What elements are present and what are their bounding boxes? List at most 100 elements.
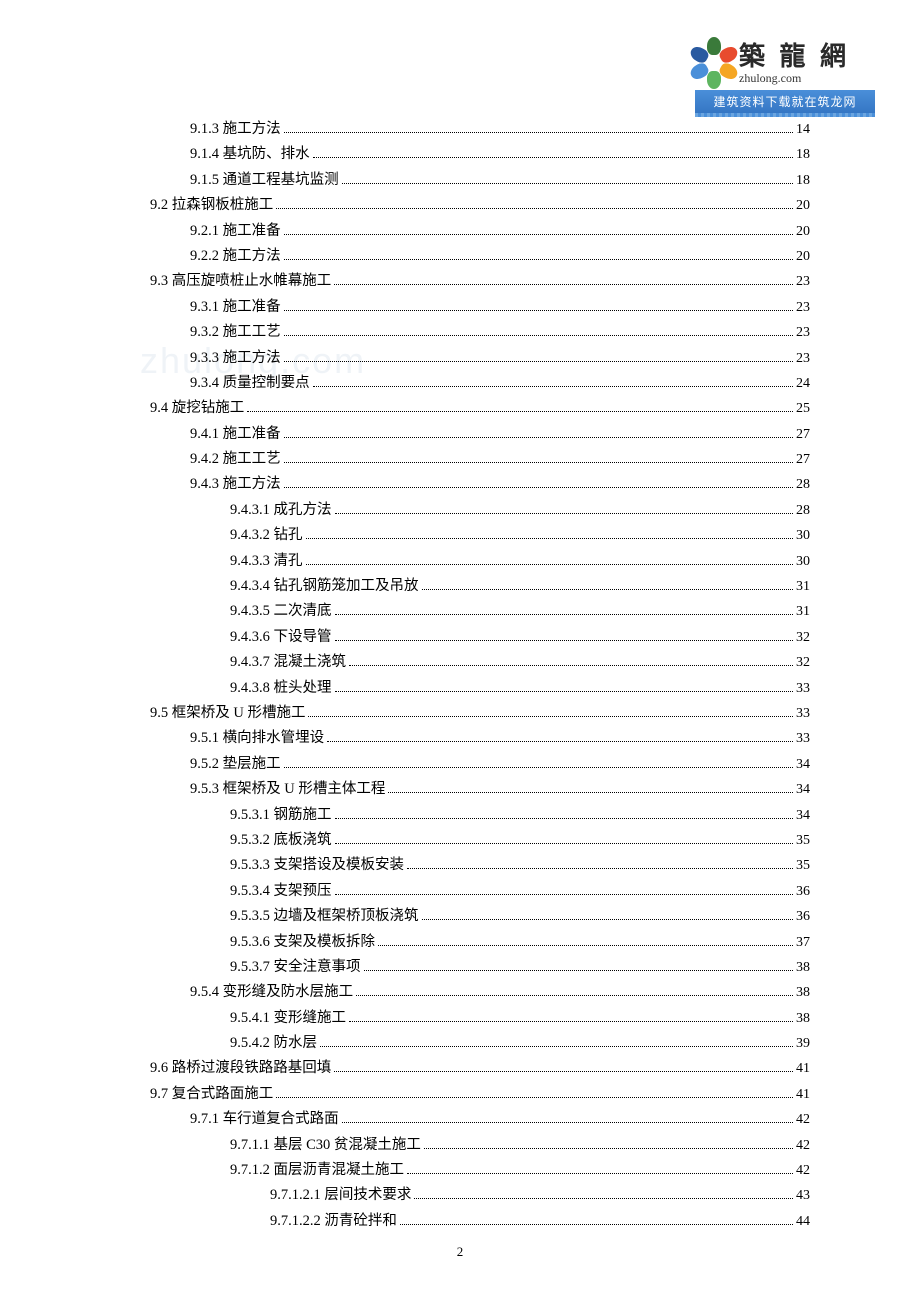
toc-entry: 9.4.1 施工准备 27: [120, 427, 810, 442]
toc-leader-dots: [320, 1046, 793, 1047]
banner-stripe: [695, 113, 875, 117]
toc-entry: 9.5 框架桥及 U 形槽施工 33: [120, 706, 810, 721]
toc-entry: 9.2.1 施工准备 20: [120, 224, 810, 239]
toc-page: 32: [796, 631, 810, 645]
toc-page: 34: [796, 758, 810, 772]
toc-entry: 9.4.3.5 二次清底 31: [120, 604, 810, 619]
toc-leader-dots: [247, 411, 793, 412]
toc-label: 9.1.4 基坑防、排水: [190, 147, 310, 162]
toc-entry: 9.1.5 通道工程基坑监测 18: [120, 173, 810, 188]
toc-entry: 9.7.1.2.2 沥青砼拌和 44: [120, 1214, 810, 1229]
toc-label: 9.5.2 垫层施工: [190, 757, 281, 772]
toc-label: 9.5.3 框架桥及 U 形槽主体工程: [190, 782, 385, 797]
toc-leader-dots: [284, 310, 793, 311]
toc-label: 9.7.1 车行道复合式路面: [190, 1112, 339, 1127]
toc-entry: 9.7 复合式路面施工 41: [120, 1087, 810, 1102]
toc-label: 9.7 复合式路面施工: [150, 1087, 273, 1102]
toc-page: 34: [796, 809, 810, 823]
toc-entry: 9.5.3.2 底板浇筑 35: [120, 833, 810, 848]
toc-page: 20: [796, 250, 810, 264]
toc-leader-dots: [284, 487, 793, 488]
toc-entry: 9.1.4 基坑防、排水 18: [120, 147, 810, 162]
toc-leader-dots: [284, 767, 793, 768]
toc-page: 30: [796, 555, 810, 569]
toc-leader-dots: [335, 614, 794, 615]
toc-leader-dots: [349, 665, 793, 666]
toc-label: 9.1.3 施工方法: [190, 122, 281, 137]
toc-label: 9.4.3.2 钻孔: [230, 528, 303, 543]
toc-leader-dots: [335, 818, 794, 819]
toc-leader-dots: [407, 1173, 793, 1174]
toc-leader-dots: [334, 284, 793, 285]
toc-leader-dots: [414, 1198, 793, 1199]
toc-label: 9.2.1 施工准备: [190, 224, 281, 239]
toc-entry: 9.5.3.7 安全注意事项 38: [120, 960, 810, 975]
toc-label: 9.5.3.1 钢筋施工: [230, 808, 332, 823]
toc-label: 9.7.1.1 基层 C30 贫混凝土施工: [230, 1138, 421, 1153]
toc-page: 42: [796, 1113, 810, 1127]
toc-label: 9.4.3 施工方法: [190, 477, 281, 492]
toc-entry: 9.4 旋挖钻施工 25: [120, 401, 810, 416]
toc-entry: 9.3 高压旋喷桩止水帷幕施工 23: [120, 274, 810, 289]
toc-entry: 9.7.1 车行道复合式路面 42: [120, 1112, 810, 1127]
toc-leader-dots: [422, 919, 794, 920]
toc-entry: 9.5.4.1 变形缝施工 38: [120, 1011, 810, 1026]
toc-page: 44: [796, 1215, 810, 1229]
toc-page: 33: [796, 707, 810, 721]
toc-leader-dots: [284, 462, 793, 463]
toc-label: 9.4.3.3 清孔: [230, 554, 303, 569]
toc-page: 18: [796, 148, 810, 162]
toc-page: 35: [796, 834, 810, 848]
toc-entry: 9.3.1 施工准备 23: [120, 300, 810, 315]
toc-page: 23: [796, 301, 810, 315]
toc-leader-dots: [284, 437, 793, 438]
toc-page: 20: [796, 225, 810, 239]
toc-label: 9.5.1 横向排水管埋设: [190, 731, 324, 746]
toc-leader-dots: [335, 843, 794, 844]
toc-label: 9.5.4 变形缝及防水层施工: [190, 985, 353, 1000]
toc-entry: 9.4.3.6 下设导管 32: [120, 630, 810, 645]
toc-entry: 9.4.3 施工方法 28: [120, 477, 810, 492]
toc-leader-dots: [284, 234, 793, 235]
toc-label: 9.5.3.5 边墙及框架桥顶板浇筑: [230, 909, 419, 924]
toc-entry: 9.4.3.3 清孔 30: [120, 554, 810, 569]
toc-entry: 9.2 拉森钢板桩施工 20: [120, 198, 810, 213]
logo-text-cn: 築 龍 網: [739, 36, 850, 73]
toc-entry: 9.3.2 施工工艺 23: [120, 325, 810, 340]
toc-label: 9.2 拉森钢板桩施工: [150, 198, 273, 213]
toc-leader-dots: [342, 183, 793, 184]
toc-entry: 9.5.3.4 支架预压 36: [120, 884, 810, 899]
site-logo: 築 龍 網 zhulong.com 建筑资料下载就在筑龙网: [695, 35, 875, 117]
toc-entry: 9.5.1 横向排水管埋设 33: [120, 731, 810, 746]
toc-label: 9.3.2 施工工艺: [190, 325, 281, 340]
toc-entry: 9.5.3.1 钢筋施工 34: [120, 808, 810, 823]
toc-page: 23: [796, 326, 810, 340]
toc-label: 9.7.1.2 面层沥青混凝土施工: [230, 1163, 404, 1178]
toc-entry: 9.4.3.7 混凝土浇筑 32: [120, 655, 810, 670]
toc-entry: 9.1.3 施工方法 14: [120, 122, 810, 137]
toc-page: 39: [796, 1037, 810, 1051]
toc-leader-dots: [308, 716, 793, 717]
toc-label: 9.3.1 施工准备: [190, 300, 281, 315]
toc-label: 9.5.3.6 支架及模板拆除: [230, 935, 375, 950]
toc-page: 33: [796, 732, 810, 746]
toc-label: 9.5.4.1 变形缝施工: [230, 1011, 346, 1026]
toc-label: 9.5.4.2 防水层: [230, 1036, 317, 1051]
toc-page: 32: [796, 656, 810, 670]
toc-label: 9.5.3.4 支架预压: [230, 884, 332, 899]
toc-leader-dots: [276, 1097, 793, 1098]
toc-leader-dots: [422, 589, 794, 590]
toc-leader-dots: [306, 564, 794, 565]
toc-page: 38: [796, 961, 810, 975]
toc-leader-dots: [313, 157, 793, 158]
toc-entry: 9.7.1.2 面层沥青混凝土施工 42: [120, 1163, 810, 1178]
toc-page: 35: [796, 859, 810, 873]
toc-leader-dots: [388, 792, 793, 793]
toc-label: 9.4 旋挖钻施工: [150, 401, 244, 416]
toc-page: 30: [796, 529, 810, 543]
toc-page: 31: [796, 580, 810, 594]
toc-label: 9.4.3.5 二次清底: [230, 604, 332, 619]
toc-label: 9.4.3.7 混凝土浇筑: [230, 655, 346, 670]
toc-entry: 9.4.3.4 钻孔钢筋笼加工及吊放 31: [120, 579, 810, 594]
toc-page: 28: [796, 478, 810, 492]
